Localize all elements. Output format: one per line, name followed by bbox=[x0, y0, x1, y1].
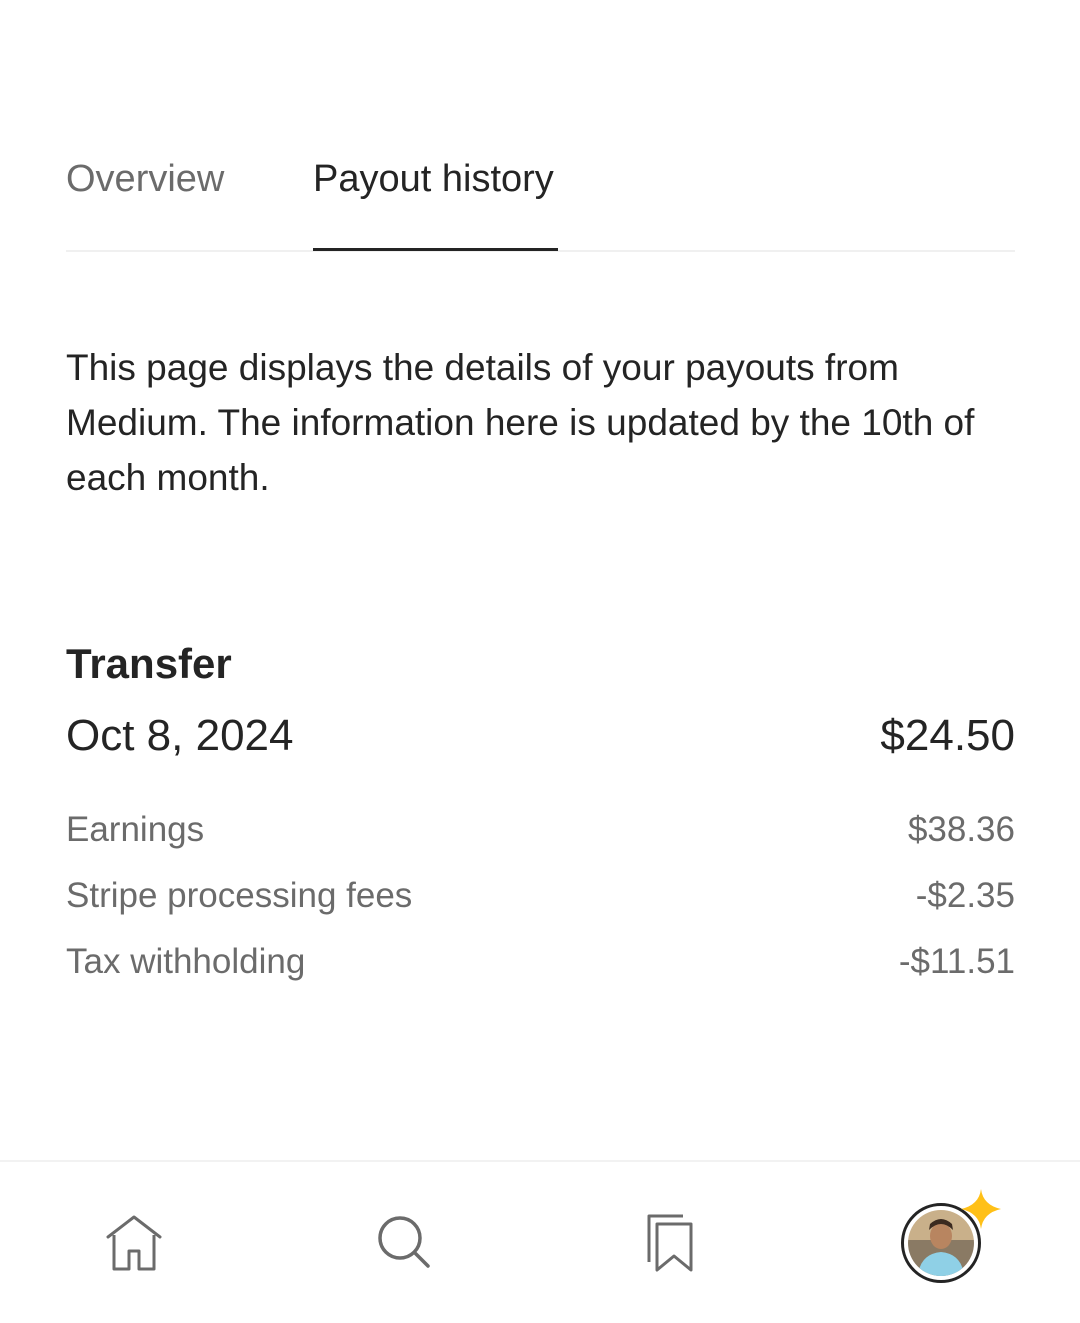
nav-search-button[interactable] bbox=[360, 1198, 450, 1288]
bottom-navigation bbox=[0, 1160, 1080, 1323]
transfer-date: Oct 8, 2024 bbox=[66, 711, 294, 760]
line-item-tax-withholding: Tax withholding -$11.51 bbox=[66, 936, 1015, 1002]
line-item-stripe-fees: Stripe processing fees -$2.35 bbox=[66, 870, 1015, 936]
line-item-label: Earnings bbox=[66, 810, 205, 849]
transfer-heading: Transfer bbox=[66, 640, 232, 687]
transfer-summary: Oct 8, 2024 $24.50 bbox=[66, 706, 1015, 766]
line-item-label: Tax withholding bbox=[66, 942, 306, 981]
transfer-line-items: Earnings $38.36 Stripe processing fees -… bbox=[66, 804, 1015, 1002]
nav-profile-button[interactable] bbox=[896, 1189, 1001, 1288]
home-icon bbox=[106, 1215, 162, 1271]
line-item-value: -$11.51 bbox=[898, 942, 1015, 981]
line-item-label: Stripe processing fees bbox=[66, 876, 413, 915]
search-icon bbox=[378, 1216, 430, 1268]
tab-bar: Overview Payout history bbox=[66, 150, 1015, 252]
bookmarks-icon bbox=[647, 1214, 693, 1272]
line-item-earnings: Earnings $38.36 bbox=[66, 804, 1015, 870]
line-item-value: $38.36 bbox=[907, 810, 1015, 849]
nav-library-button[interactable] bbox=[626, 1198, 716, 1288]
avatar bbox=[901, 1189, 1001, 1283]
transfer-amount: $24.50 bbox=[880, 711, 1015, 760]
active-tab-indicator bbox=[313, 248, 558, 251]
tab-payout-history[interactable]: Payout history bbox=[313, 150, 554, 248]
sparkle-icon bbox=[961, 1189, 1001, 1229]
nav-home-button[interactable] bbox=[89, 1198, 179, 1288]
tab-overview[interactable]: Overview bbox=[66, 150, 224, 248]
intro-text: This page displays the details of your p… bbox=[66, 347, 975, 498]
line-item-value: -$2.35 bbox=[915, 876, 1015, 915]
